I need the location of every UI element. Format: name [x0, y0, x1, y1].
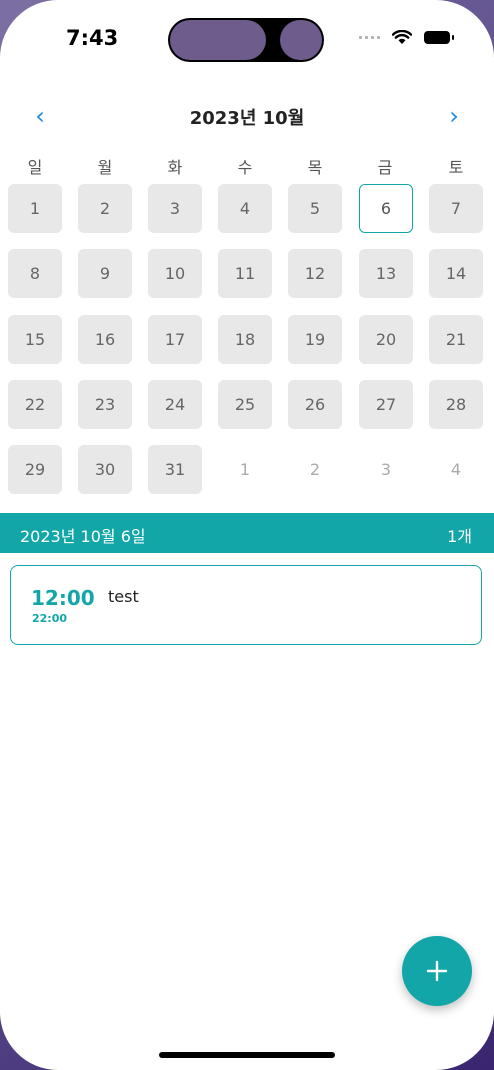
selected-date-label: 2023년 10월 6일 — [20, 527, 146, 546]
day-cell[interactable]: 17 — [148, 315, 202, 364]
battery-icon — [424, 31, 454, 44]
day-cell[interactable]: 11 — [218, 249, 272, 298]
day-cell[interactable]: 1 — [8, 184, 62, 233]
weekday-wed: 수 — [237, 158, 253, 177]
app-screen: 7:43 ‹ 2023년 10월 › 일 월 화 수 목 금 토 1 2 3 4… — [0, 0, 494, 1070]
day-cell[interactable]: 31 — [148, 445, 202, 494]
day-cell[interactable]: 12 — [288, 249, 342, 298]
day-cell[interactable]: 3 — [148, 184, 202, 233]
device-frame: 7:43 ‹ 2023년 10월 › 일 월 화 수 목 금 토 1 2 3 4… — [0, 0, 494, 1070]
home-indicator — [159, 1052, 335, 1058]
island-camera — [280, 20, 322, 60]
event-start-time: 12:00 — [31, 586, 95, 610]
day-cell[interactable]: 7 — [429, 184, 483, 233]
calendar-header: ‹ 2023년 10월 › — [0, 96, 494, 136]
day-cell-next-month[interactable]: 4 — [429, 445, 483, 494]
event-end-time: 22:00 — [32, 612, 68, 625]
signal-icon — [359, 36, 380, 39]
day-cell[interactable]: 22 — [8, 380, 62, 429]
weekday-thu: 목 — [307, 158, 323, 177]
day-cell[interactable]: 13 — [359, 249, 413, 298]
day-cell[interactable]: 26 — [288, 380, 342, 429]
status-icons — [359, 30, 454, 45]
day-cell[interactable]: 23 — [78, 380, 132, 429]
event-card[interactable]: 12:00 22:00 test — [10, 565, 482, 645]
island-pill — [170, 20, 266, 60]
calendar-grid: 1 2 3 4 5 6 7 8 9 10 11 12 13 14 15 16 1… — [0, 184, 494, 496]
day-cell-selected[interactable]: 6 — [359, 184, 413, 233]
weekday-fri: 금 — [377, 158, 393, 177]
day-cell[interactable]: 5 — [288, 184, 342, 233]
month-title: 2023년 10월 — [189, 108, 305, 129]
day-cell[interactable]: 24 — [148, 380, 202, 429]
day-cell-next-month[interactable]: 2 — [288, 445, 342, 494]
day-cell-next-month[interactable]: 3 — [359, 445, 413, 494]
weekday-tue: 화 — [167, 158, 183, 177]
next-month-button[interactable]: › — [440, 102, 468, 130]
weekday-row: 일 월 화 수 목 금 토 — [0, 154, 494, 177]
day-cell[interactable]: 10 — [148, 249, 202, 298]
day-cell[interactable]: 2 — [78, 184, 132, 233]
selected-date-bar: 2023년 10월 6일 1개 — [0, 513, 494, 553]
day-cell[interactable]: 28 — [429, 380, 483, 429]
day-cell[interactable]: 16 — [78, 315, 132, 364]
day-cell[interactable]: 20 — [359, 315, 413, 364]
add-event-button[interactable] — [402, 936, 472, 1006]
day-cell[interactable]: 19 — [288, 315, 342, 364]
status-time: 7:43 — [66, 26, 119, 50]
dynamic-island — [168, 18, 324, 62]
day-cell[interactable]: 14 — [429, 249, 483, 298]
day-cell[interactable]: 30 — [78, 445, 132, 494]
plus-icon — [426, 960, 448, 982]
day-cell[interactable]: 25 — [218, 380, 272, 429]
day-cell[interactable]: 27 — [359, 380, 413, 429]
day-cell[interactable]: 9 — [78, 249, 132, 298]
wifi-icon — [392, 30, 412, 44]
day-cell[interactable]: 4 — [218, 184, 272, 233]
event-title: test — [108, 587, 139, 606]
day-cell[interactable]: 8 — [8, 249, 62, 298]
day-cell[interactable]: 29 — [8, 445, 62, 494]
day-cell-next-month[interactable]: 1 — [218, 445, 272, 494]
weekday-sun: 일 — [27, 158, 43, 177]
day-cell[interactable]: 18 — [218, 315, 272, 364]
day-cell[interactable]: 21 — [429, 315, 483, 364]
day-cell[interactable]: 15 — [8, 315, 62, 364]
weekday-mon: 월 — [97, 158, 113, 177]
weekday-sat: 토 — [448, 158, 464, 177]
event-count: 1개 — [447, 527, 472, 546]
